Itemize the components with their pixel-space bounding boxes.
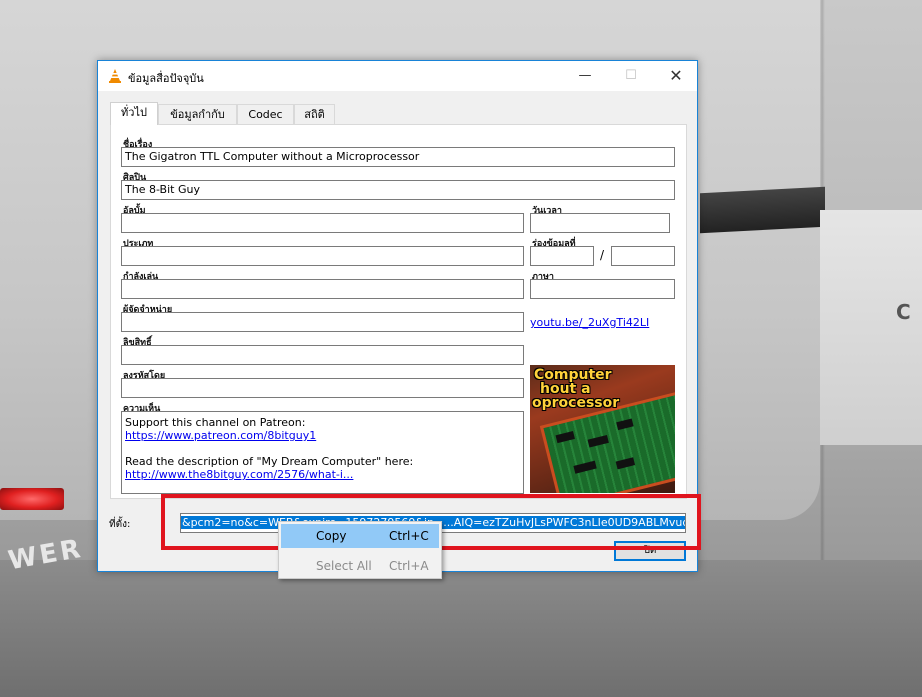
comment-line xyxy=(125,442,520,455)
description-link[interactable]: http://www.the8bitguy.com/2576/what-i... xyxy=(125,468,520,481)
close-window-button[interactable]: ✕ xyxy=(653,61,699,91)
album-artwork: Computer hout a oprocessor xyxy=(530,365,675,493)
chip xyxy=(573,460,597,474)
url-link[interactable]: youtu.be/_2uXgTi42LI xyxy=(530,316,649,329)
artwork-text-line3: oprocessor xyxy=(532,395,620,411)
menu-item-shortcut: Ctrl+C xyxy=(389,529,429,543)
menu-item-select-all[interactable]: Select All Ctrl+A xyxy=(281,554,439,578)
copyright-field[interactable] xyxy=(121,345,524,365)
tab-metadata[interactable]: ข้อมูลกำกับ xyxy=(158,104,237,124)
publisher-field[interactable] xyxy=(121,312,524,332)
track-total-field[interactable] xyxy=(611,246,675,266)
now-playing-field[interactable] xyxy=(121,279,524,299)
encoded-by-field[interactable] xyxy=(121,378,524,398)
vlc-cone-icon xyxy=(109,69,121,83)
context-menu: Copy Ctrl+C Select All Ctrl+A xyxy=(278,521,442,579)
case-logo-text: C xyxy=(896,300,911,324)
track-number-field[interactable] xyxy=(530,246,594,266)
comments-textarea[interactable]: Support this channel on Patreon: https:/… xyxy=(121,411,524,494)
location-label: ที่ตั้ง: xyxy=(109,519,131,530)
maximize-button[interactable]: ☐ xyxy=(608,61,654,91)
language-field[interactable] xyxy=(530,279,675,299)
artwork-text-line1: Computer xyxy=(534,367,612,383)
tab-codec[interactable]: Codec xyxy=(237,104,294,124)
date-field[interactable] xyxy=(530,213,670,233)
artwork-text-line2: hout a xyxy=(540,381,591,397)
tab-statistics[interactable]: สถิติ xyxy=(294,104,335,124)
chip xyxy=(615,457,636,470)
drive-slot xyxy=(700,186,825,234)
genre-field[interactable] xyxy=(121,246,524,266)
title-field[interactable]: The Gigatron TTL Computer without a Micr… xyxy=(121,147,675,167)
comment-line: Support this channel on Patreon: xyxy=(125,416,306,429)
menu-item-copy[interactable]: Copy Ctrl+C xyxy=(281,524,439,548)
floor xyxy=(0,560,922,697)
patreon-link[interactable]: https://www.patreon.com/8bitguy1 xyxy=(125,429,520,442)
chip xyxy=(616,418,634,431)
comment-line: Read the description of "My Dream Comput… xyxy=(125,455,414,468)
chip xyxy=(555,431,575,444)
menu-item-shortcut: Ctrl+A xyxy=(389,559,429,573)
track-separator: / xyxy=(600,248,605,262)
tab-general[interactable]: ทั่วไป xyxy=(110,102,158,125)
window-title: ข้อมูลสื่อปัจจุบัน xyxy=(128,72,204,85)
menu-item-label: Copy xyxy=(316,529,347,543)
chip xyxy=(587,434,609,448)
artist-field[interactable]: The 8-Bit Guy xyxy=(121,180,675,200)
minimize-button[interactable]: — xyxy=(562,61,608,91)
title-bar[interactable]: ข้อมูลสื่อปัจจุบัน — ☐ ✕ xyxy=(98,61,697,91)
menu-item-label: Select All xyxy=(316,559,372,573)
album-field[interactable] xyxy=(121,213,524,233)
side-panel xyxy=(820,210,922,445)
power-led xyxy=(0,488,64,510)
